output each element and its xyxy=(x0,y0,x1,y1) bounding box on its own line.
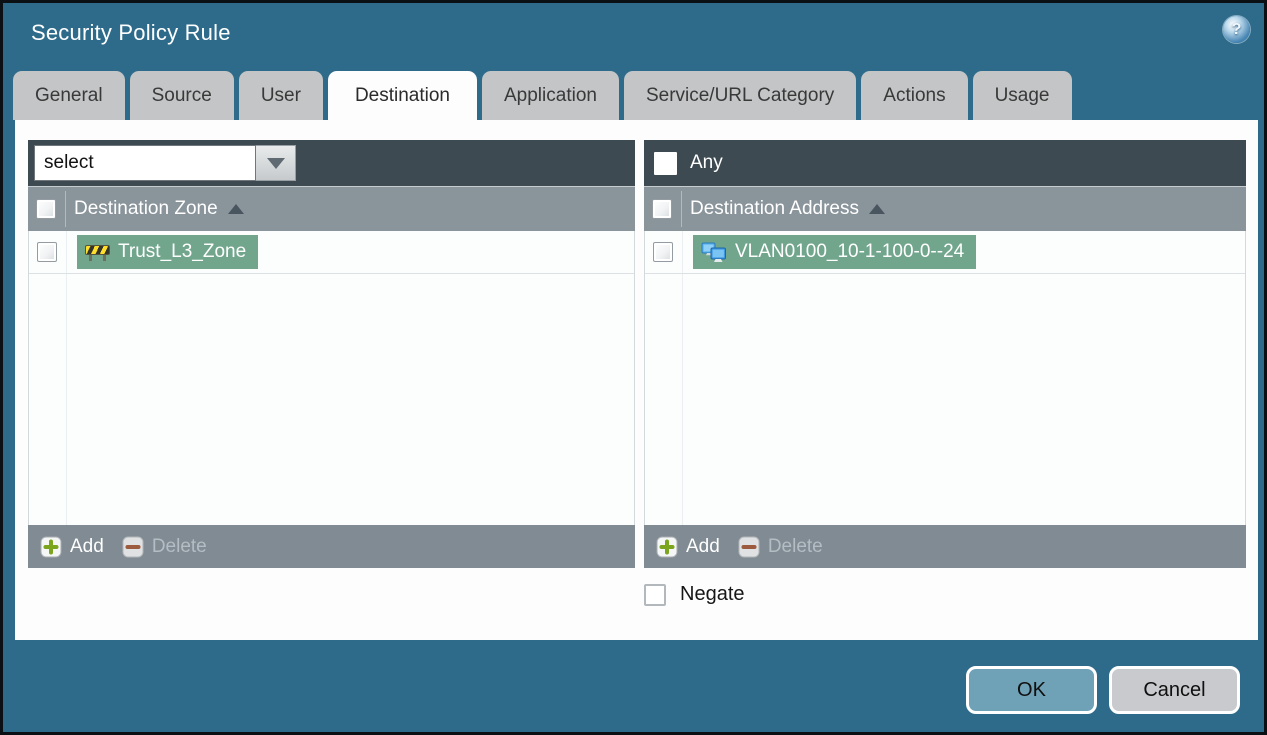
any-label: Any xyxy=(690,152,723,173)
address-panel-topbar: Any xyxy=(644,140,1246,186)
destination-address-panel: Any Destination Address VLAN0100_10-1-10… xyxy=(644,140,1246,568)
tab-user[interactable]: User xyxy=(238,71,323,120)
delete-button-label: Delete xyxy=(151,535,207,557)
tab-source[interactable]: Source xyxy=(129,71,234,120)
address-toolbar: Add Delete xyxy=(644,525,1246,568)
address-row-checkbox[interactable] xyxy=(653,242,673,262)
tab-usage[interactable]: Usage xyxy=(972,71,1072,120)
add-address-button[interactable]: Add xyxy=(656,536,720,558)
column-divider xyxy=(66,231,67,525)
address-item-label: VLAN0100_10-1-100-0--24 xyxy=(735,241,965,262)
address-item-vlan0100[interactable]: VLAN0100_10-1-100-0--24 xyxy=(693,235,977,269)
network-icon xyxy=(701,242,726,262)
destination-tab-content: select Destination Zone Trust_L3_Zone Ad… xyxy=(15,120,1258,640)
address-column-header-row: Destination Address xyxy=(644,186,1246,231)
table-row: Trust_L3_Zone xyxy=(29,231,634,274)
address-column-header[interactable]: Destination Address xyxy=(690,198,859,220)
tab-application[interactable]: Application xyxy=(482,71,619,120)
delete-address-button[interactable]: Delete xyxy=(738,536,823,558)
sort-ascending-icon[interactable] xyxy=(227,204,244,214)
chevron-down-icon xyxy=(266,157,285,169)
help-icon[interactable]: ? xyxy=(1223,16,1250,43)
minus-icon xyxy=(122,536,144,557)
tab-actions[interactable]: Actions xyxy=(861,71,968,120)
zone-select-combobox: select xyxy=(34,145,296,181)
zone-row-checkbox[interactable] xyxy=(37,242,57,262)
address-select-all-checkbox[interactable] xyxy=(652,199,672,219)
zone-toolbar: Add Delete xyxy=(28,525,635,568)
delete-zone-button[interactable]: Delete xyxy=(122,536,207,558)
tab-bar: General Source User Destination Applicat… xyxy=(13,71,1072,120)
zone-select-input[interactable]: select xyxy=(34,145,256,181)
dialog-title: Security Policy Rule xyxy=(31,20,231,45)
plus-icon xyxy=(656,536,678,557)
tab-general[interactable]: General xyxy=(13,71,125,120)
column-divider xyxy=(65,191,66,227)
zone-panel-topbar: select xyxy=(28,140,635,186)
minus-icon xyxy=(738,536,760,557)
plus-icon xyxy=(40,536,62,557)
column-divider xyxy=(682,231,683,525)
negate-checkbox[interactable] xyxy=(644,583,666,606)
column-divider xyxy=(681,191,682,227)
add-zone-button[interactable]: Add xyxy=(40,536,104,558)
add-button-label: Add xyxy=(70,535,104,557)
negate-label: Negate xyxy=(680,583,745,605)
tab-service-url-category[interactable]: Service/URL Category xyxy=(623,71,857,120)
ok-button[interactable]: OK xyxy=(966,666,1097,714)
address-list: VLAN0100_10-1-100-0--24 xyxy=(644,231,1246,525)
zone-select-dropdown-button[interactable] xyxy=(256,145,296,181)
zone-column-header[interactable]: Destination Zone xyxy=(74,198,218,220)
delete-button-label: Delete xyxy=(767,535,823,557)
zone-item-label: Trust_L3_Zone xyxy=(118,241,247,262)
security-policy-rule-dialog: Security Policy Rule ? General Source Us… xyxy=(0,0,1267,735)
zone-column-header-row: Destination Zone xyxy=(28,186,635,231)
any-checkbox[interactable] xyxy=(654,151,677,175)
zone-list: Trust_L3_Zone xyxy=(28,231,635,525)
zone-icon xyxy=(85,244,110,261)
cancel-button[interactable]: Cancel xyxy=(1109,666,1240,714)
destination-zone-panel: select Destination Zone Trust_L3_Zone Ad… xyxy=(28,140,635,568)
tab-destination[interactable]: Destination xyxy=(327,71,477,120)
table-row: VLAN0100_10-1-100-0--24 xyxy=(645,231,1245,274)
negate-option: Negate xyxy=(644,583,745,606)
sort-ascending-icon[interactable] xyxy=(869,204,885,214)
zone-select-all-checkbox[interactable] xyxy=(36,199,56,219)
zone-item-trust-l3-zone[interactable]: Trust_L3_Zone xyxy=(77,235,259,269)
add-button-label: Add xyxy=(686,535,720,557)
